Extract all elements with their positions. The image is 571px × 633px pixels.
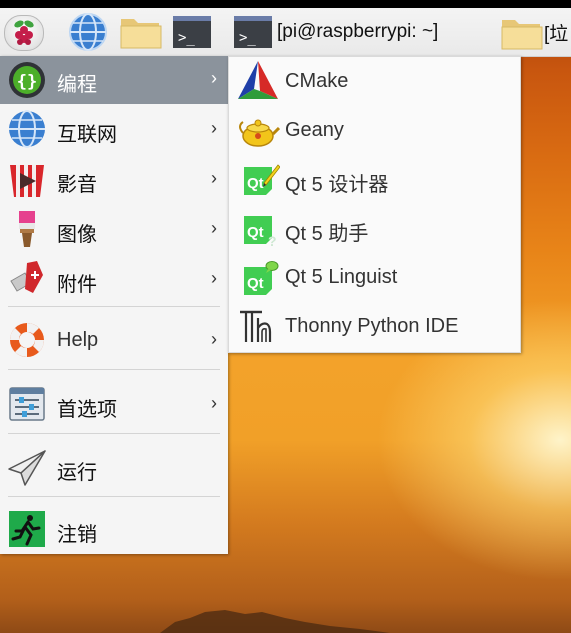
terminal-icon: >_ (234, 16, 272, 48)
submenu-item-qt-assistant[interactable]: Qt ? Qt 5 助手 (229, 204, 520, 252)
submenu-item-qt-designer[interactable]: Qt Qt 5 设计器 (229, 155, 520, 203)
svg-text:>_: >_ (178, 30, 195, 46)
menu-item-label: 运行 (57, 462, 97, 484)
menu-item-label: 影音 (57, 174, 97, 196)
submenu-item-label: CMake (285, 70, 349, 92)
svg-text:Qt: Qt (247, 175, 264, 192)
menu-item-accessories[interactable]: 附件 › (0, 254, 228, 304)
logout-icon (9, 511, 45, 547)
submenu-item-cmake[interactable]: CMake (229, 57, 520, 105)
submenu-item-label: Qt 5 Linguist (285, 266, 398, 288)
submenu-item-label: Qt 5 助手 (285, 223, 369, 245)
folder-task-button[interactable]: [垃 (500, 12, 568, 52)
menu-item-sound-video[interactable]: 影音 › (0, 154, 228, 204)
menu-item-run[interactable]: 运行 (0, 441, 228, 493)
help-lifebuoy-icon (10, 323, 44, 357)
accessories-icon (10, 261, 43, 293)
submenu-item-label: Thonny Python IDE (285, 315, 459, 337)
submenu-item-qt-linguist[interactable]: Qt Qt 5 Linguist (229, 253, 520, 301)
qt-designer-icon: Qt (244, 164, 280, 195)
submenu-arrow-icon: › (211, 168, 217, 188)
qt-linguist-icon: Qt (244, 261, 279, 295)
graphics-icon (19, 211, 35, 247)
svg-text:Qt: Qt (247, 275, 264, 292)
menu-item-label: 图像 (57, 224, 97, 246)
menu-item-label: Help (57, 329, 99, 351)
menu-separator (8, 433, 220, 434)
terminal-launcher[interactable]: >_ (172, 12, 212, 52)
folder-icon (501, 20, 543, 50)
menu-item-label: 注销 (57, 524, 97, 546)
menu-item-label: 编程 (57, 74, 97, 96)
application-menu: {} 编程 › 互联网 › 影音 › 图像 › 附件 › Help › 首选项 … (0, 56, 228, 554)
globe-icon (69, 13, 107, 51)
menu-separator (8, 369, 220, 370)
sound-video-icon (10, 165, 44, 197)
qt-assistant-icon: Qt ? (244, 216, 277, 249)
folder-task-title: [垃 (544, 23, 569, 45)
svg-text:>_: >_ (239, 30, 256, 46)
geany-icon (239, 119, 280, 147)
menu-item-internet[interactable]: 互联网 › (0, 104, 228, 154)
menu-item-label: 互联网 (57, 124, 117, 146)
menu-item-label: 附件 (57, 274, 97, 296)
menu-item-help[interactable]: Help › (0, 314, 228, 366)
svg-text:?: ? (268, 233, 277, 249)
terminal-icon: >_ (173, 16, 211, 48)
svg-text:{}: {} (17, 72, 37, 92)
menu-separator (8, 496, 220, 497)
submenu-arrow-icon: › (211, 68, 217, 88)
submenu-arrow-icon: › (211, 218, 217, 238)
menu-item-graphics[interactable]: 图像 › (0, 204, 228, 254)
terminal-task-button[interactable]: >_ [pi@raspberrypi: ~] (233, 12, 438, 52)
menu-item-preferences[interactable]: 首选项 › (0, 378, 228, 430)
raspberry-icon (14, 20, 34, 45)
raspberry-menu-button[interactable] (4, 15, 44, 51)
run-icon (8, 450, 46, 486)
submenu-item-thonny[interactable]: Thonny Python IDE (229, 302, 520, 350)
programming-submenu: CMake Geany Qt Qt 5 设计器 Qt ? Qt 5 助手 Qt … (228, 56, 521, 353)
menu-item-logout[interactable]: 注销 (0, 504, 228, 554)
top-black-strip (0, 0, 571, 8)
menu-item-programming[interactable]: {} 编程 › (0, 56, 228, 104)
file-manager-launcher[interactable] (119, 11, 162, 51)
svg-text:Qt: Qt (247, 224, 264, 241)
submenu-item-label: Qt 5 设计器 (285, 174, 389, 196)
submenu-item-label: Geany (285, 119, 344, 141)
submenu-arrow-icon: › (211, 118, 217, 138)
programming-icon: {} (9, 62, 45, 98)
browser-launcher[interactable] (68, 12, 108, 52)
submenu-arrow-icon: › (211, 329, 217, 349)
submenu-arrow-icon: › (211, 268, 217, 288)
taskbar: >_ >_ [pi@raspberrypi: ~] [垃 (0, 8, 571, 57)
folder-icon (120, 19, 162, 49)
submenu-item-geany[interactable]: Geany (229, 106, 520, 154)
thonny-icon (240, 310, 272, 342)
globe-icon (9, 110, 45, 148)
submenu-arrow-icon: › (211, 393, 217, 413)
menu-separator (8, 306, 220, 307)
terminal-task-title: [pi@raspberrypi: ~] (277, 21, 439, 42)
cmake-icon (238, 61, 278, 99)
menu-item-label: 首选项 (57, 399, 117, 421)
preferences-icon (9, 387, 45, 421)
